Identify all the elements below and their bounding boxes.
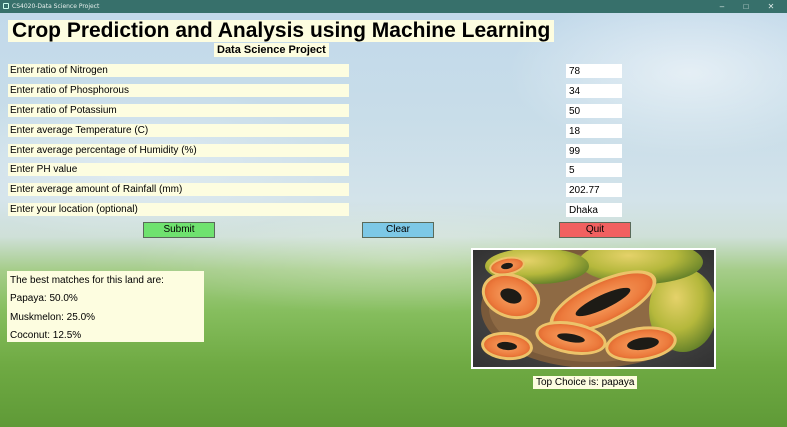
top-choice-caption: Top Choice is: papaya [533,376,638,389]
potassium-input[interactable] [566,104,622,118]
results-panel: The best matches for this land are: Papa… [7,271,204,342]
clear-button[interactable]: Clear [362,222,434,238]
nitrogen-input[interactable] [566,64,622,78]
result-item: Papaya: 50.0% [10,293,78,304]
window-titlebar: CS4020-Data Science Project – □ ✕ [0,0,787,13]
ph-input[interactable] [566,163,622,177]
quit-button[interactable]: Quit [559,222,631,238]
app-feather-icon [3,3,9,9]
close-button[interactable]: ✕ [760,0,782,13]
location-input[interactable] [566,203,622,217]
ph-label: Enter PH value [8,163,349,176]
maximize-button[interactable]: □ [735,0,757,13]
rainfall-label: Enter average amount of Rainfall (mm) [8,183,349,196]
phosphorous-input[interactable] [566,84,622,98]
results-heading: The best matches for this land are: [10,275,164,286]
papaya-image [473,250,714,367]
nitrogen-label: Enter ratio of Nitrogen [8,64,349,77]
page-subtitle: Data Science Project [214,43,329,57]
location-label: Enter your location (optional) [8,203,349,216]
minimize-button[interactable]: – [711,0,733,13]
phosphorous-label: Enter ratio of Phosphorous [8,84,349,97]
result-item: Coconut: 12.5% [10,330,82,341]
submit-button[interactable]: Submit [143,222,215,238]
crop-photo [471,248,716,369]
page-title: Crop Prediction and Analysis using Machi… [8,20,555,42]
window-title: CS4020-Data Science Project [12,3,100,10]
temperature-input[interactable] [566,124,622,138]
humidity-input[interactable] [566,144,622,158]
rainfall-input[interactable] [566,183,622,197]
temperature-label: Enter average Temperature (C) [8,124,349,137]
result-item: Muskmelon: 25.0% [10,312,96,323]
humidity-label: Enter average percentage of Humidity (%) [8,144,349,157]
potassium-label: Enter ratio of Potassium [8,104,349,117]
